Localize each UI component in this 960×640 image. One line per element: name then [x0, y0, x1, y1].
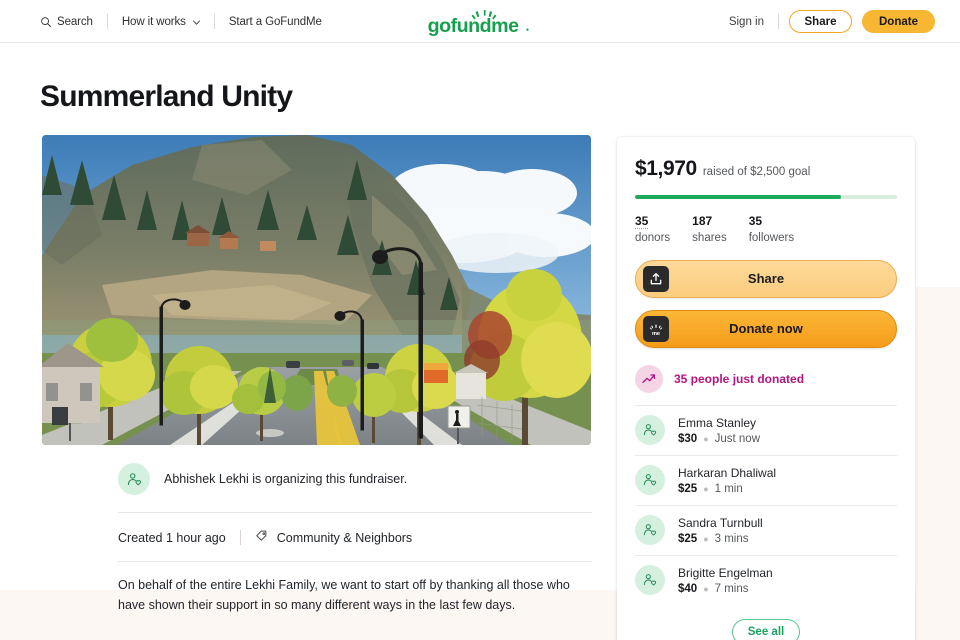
progress-bar-fill: [635, 195, 842, 199]
stat-followers-value: 35: [748, 213, 763, 228]
donor-amount: $25: [678, 532, 698, 545]
divider-1: [118, 512, 592, 513]
nav-divider-3: [778, 14, 779, 29]
stat-donors-value: 35: [635, 213, 649, 229]
donor-amount: $40: [678, 582, 698, 595]
separator-dot: ●: [703, 583, 709, 594]
page-background-band-right: [916, 287, 960, 640]
donor-row[interactable]: Emma Stanley $30 ● Just now: [635, 404, 897, 455]
donor-time: 1 min: [714, 482, 743, 495]
nav-search[interactable]: Search: [40, 16, 107, 28]
sidebar-donate-button[interactable]: me Donate now: [635, 309, 897, 348]
donor-amount: $25: [678, 482, 698, 495]
gofundme-logo[interactable]: gofundme: [425, 6, 535, 38]
donor-meta: $40 ● 7 mins: [678, 583, 773, 595]
stat-followers-label: followers: [748, 231, 795, 244]
sidebar-donate-label: Donate now: [729, 321, 803, 336]
stat-shares: 187 shares: [692, 212, 727, 244]
page-title: Summerland Unity: [40, 80, 293, 113]
svg-text:me: me: [652, 331, 660, 337]
person-heart-icon: [127, 472, 141, 485]
just-donated-banner: 35 people just donated: [635, 364, 897, 393]
donor-meta: $25 ● 1 min: [678, 483, 776, 495]
organizer-avatar: [118, 463, 150, 495]
donor-name: Sandra Turnbull: [678, 515, 763, 530]
donor-time: Just now: [714, 432, 761, 445]
campaign-category-label: Community & Neighbors: [276, 530, 413, 545]
goal-text: raised of $2,500 goal: [702, 166, 811, 178]
gofundme-campaign-page: Search How it works Start a GoFundMe gof…: [0, 0, 960, 640]
created-date: Created 1 hour ago: [118, 530, 226, 545]
donor-info: Sandra Turnbull $25 ● 3 mins: [678, 516, 763, 545]
sidebar-share-label: Share: [747, 271, 785, 286]
logo-wordmark: gofundme: [428, 15, 519, 37]
donor-avatar-icon: [635, 415, 665, 445]
donor-name: Harkaran Dhaliwal: [678, 465, 777, 480]
nav-search-label: Search: [57, 15, 93, 28]
meta-divider: [239, 530, 241, 545]
story-paragraph: On behalf of the entire Lekhi Family, we…: [118, 578, 570, 613]
just-donated-text: 35 people just donated: [674, 371, 805, 386]
stat-donors-label: donors: [635, 231, 671, 244]
recent-donors-list: Emma Stanley $30 ● Just now Harkaran Dhaliwa…: [635, 404, 897, 605]
donor-info: Emma Stanley $30 ● Just now: [678, 416, 760, 445]
campaign-category[interactable]: Community & Neighbors: [255, 529, 412, 546]
nav-start-a-gofundme[interactable]: Start a GoFundMe: [215, 16, 336, 28]
campaign-hero-image: [42, 135, 591, 445]
donor-name: Brigitte Engelman: [678, 565, 773, 580]
donor-amount: $30: [678, 432, 698, 445]
separator-dot: ●: [703, 433, 709, 444]
see-all-button[interactable]: See all: [732, 618, 800, 640]
donor-row[interactable]: Sandra Turnbull $25 ● 3 mins: [635, 504, 897, 555]
separator-dot: ●: [703, 533, 709, 544]
gofundme-me-icon: me: [643, 315, 669, 342]
nav-how-it-works-label: How it works: [121, 15, 186, 28]
donor-time: 7 mins: [714, 582, 749, 595]
header-nav-right: Sign in Share Donate: [715, 0, 935, 43]
trending-up-icon: [635, 364, 663, 393]
donor-meta: $25 ● 3 mins: [678, 533, 763, 545]
nav-start-a-gofundme-label: Start a GoFundMe: [228, 15, 322, 28]
upload-icon: [643, 265, 669, 292]
search-icon: [40, 16, 52, 28]
organizer-text: Abhishek Lekhi is organizing this fundra…: [164, 472, 408, 486]
header-share-button[interactable]: Share: [789, 10, 852, 33]
chevron-down-icon: [192, 18, 200, 26]
donor-row[interactable]: Harkaran Dhaliwal $25 ● 1 min: [635, 454, 897, 505]
sidebar-share-button[interactable]: Share: [635, 259, 897, 298]
campaign-stats: 35 donors 187 shares 35 followers: [635, 212, 897, 244]
separator-dot: ●: [703, 483, 709, 494]
donor-info: Brigitte Engelman $40 ● 7 mins: [678, 566, 773, 595]
divider-2: [118, 561, 592, 562]
site-header: Search How it works Start a GoFundMe gof…: [0, 0, 960, 43]
donor-info: Harkaran Dhaliwal $25 ● 1 min: [678, 466, 776, 495]
campaign-story: On behalf of the entire Lekhi Family, we…: [118, 575, 588, 629]
stat-shares-value: 187: [692, 213, 713, 228]
raised-summary: $1,970 raised of $2,500 goal: [635, 157, 897, 181]
donor-avatar-icon: [635, 565, 665, 595]
donor-meta: $30 ● Just now: [678, 433, 760, 445]
see-all-container: See all: [635, 618, 897, 640]
donor-name: Emma Stanley: [678, 415, 757, 430]
donor-row[interactable]: Brigitte Engelman $40 ● 7 mins: [635, 554, 897, 605]
stat-shares-label: shares: [692, 231, 727, 244]
header-donate-button[interactable]: Donate: [862, 10, 935, 33]
donation-sidebar-card: $1,970 raised of $2,500 goal 35 donors 1…: [617, 137, 915, 640]
tag-icon: [255, 529, 269, 546]
organizer-row: Abhishek Lekhi is organizing this fundra…: [118, 463, 592, 495]
header-nav-left: Search How it works Start a GoFundMe: [40, 0, 336, 43]
stat-donors[interactable]: 35 donors: [635, 212, 670, 244]
donor-time: 3 mins: [714, 532, 749, 545]
signin-link[interactable]: Sign in: [715, 16, 778, 28]
donor-avatar-icon: [635, 465, 665, 495]
stat-followers: 35 followers: [749, 212, 794, 244]
nav-how-it-works[interactable]: How it works: [108, 16, 214, 28]
raised-amount: $1,970: [635, 157, 697, 180]
progress-bar: [635, 195, 897, 199]
donor-avatar-icon: [635, 515, 665, 545]
campaign-meta: Created 1 hour ago Community & Neighbors: [118, 529, 412, 546]
